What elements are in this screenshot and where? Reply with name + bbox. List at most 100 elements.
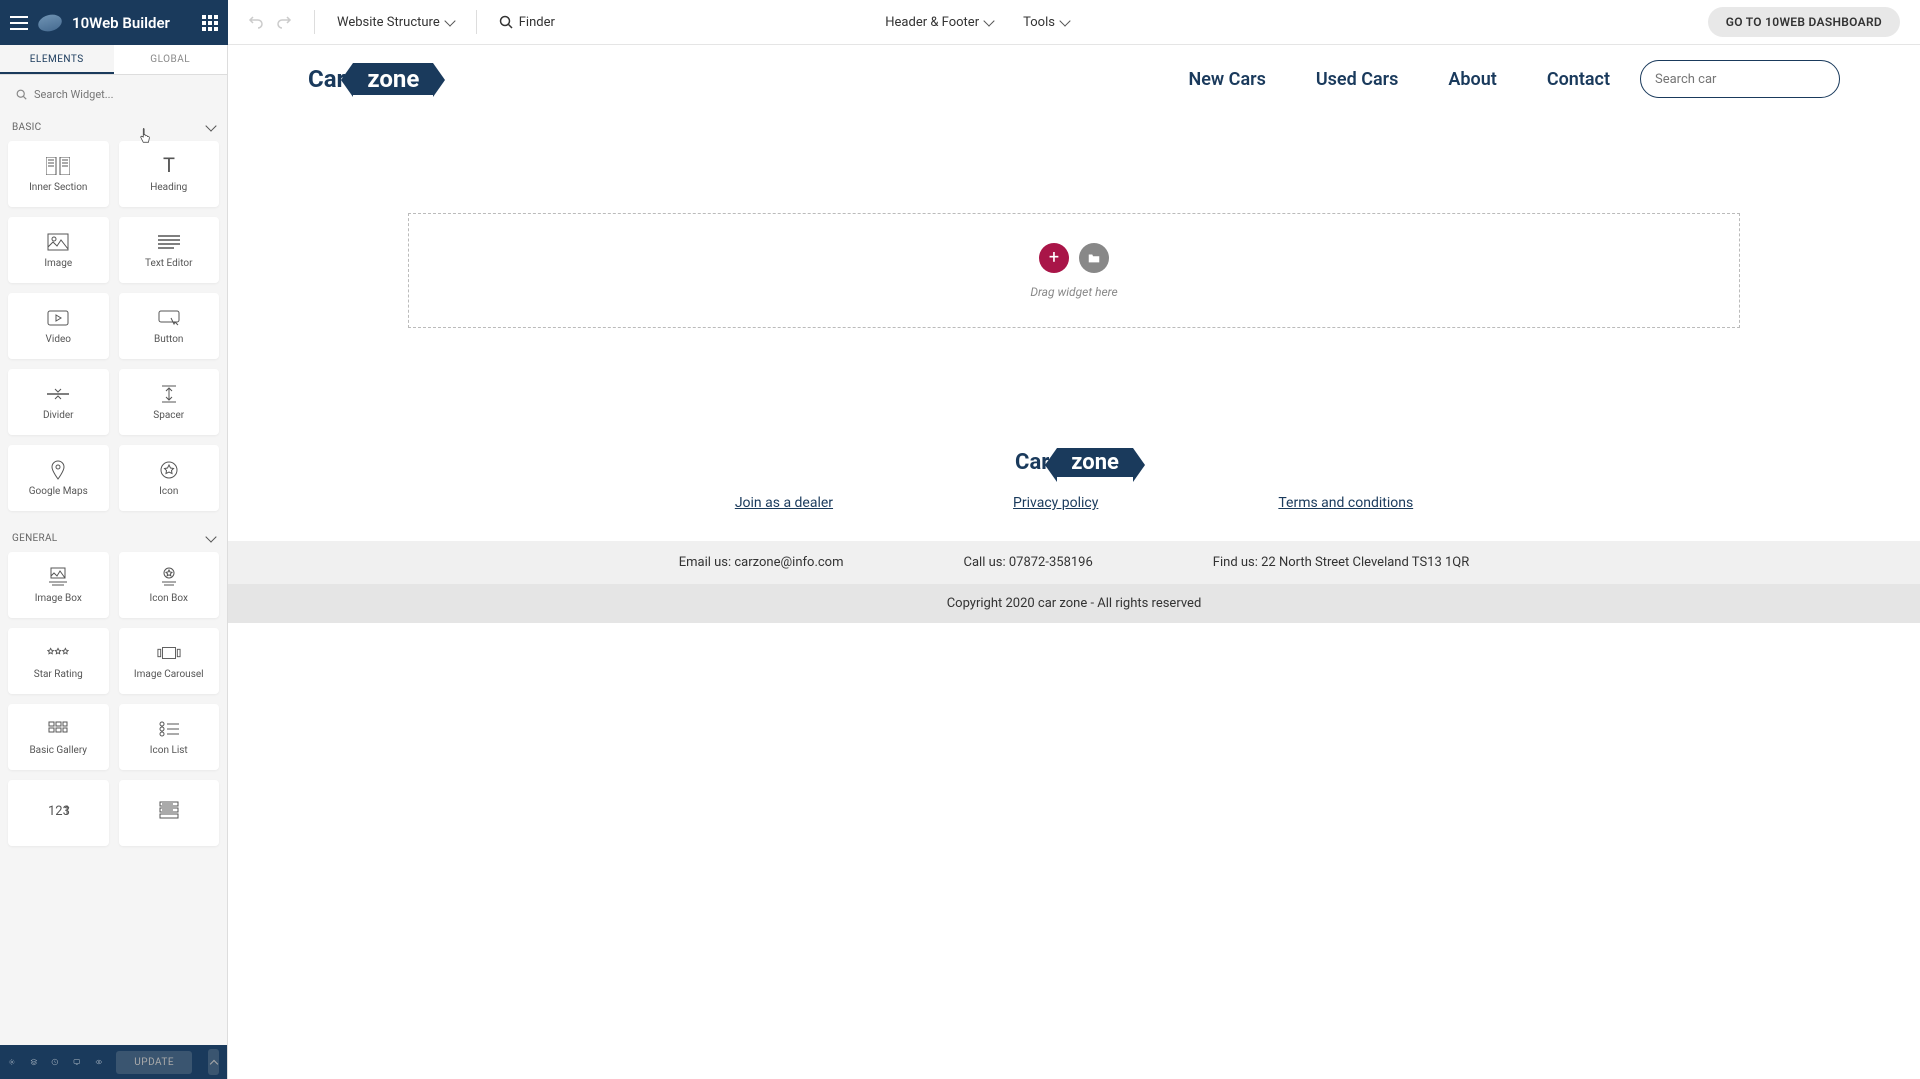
widget-label: Star Rating bbox=[34, 669, 83, 680]
widget-gallery[interactable]: Basic Gallery bbox=[8, 704, 109, 770]
widget-star[interactable]: Icon bbox=[119, 445, 220, 511]
dropzone-text: Drag widget here bbox=[1030, 285, 1117, 299]
app-logo-icon bbox=[36, 12, 63, 34]
chevron-down-icon bbox=[205, 531, 216, 542]
widget-label: Inner Section bbox=[29, 182, 87, 193]
sidebar-scroll[interactable]: ELEMENTS GLOBAL BASIC Inner Section T Head… bbox=[0, 45, 227, 1045]
widget-spacer[interactable]: Spacer bbox=[119, 369, 220, 435]
preview-icon[interactable] bbox=[95, 1055, 103, 1069]
add-section-button[interactable]: + bbox=[1039, 243, 1069, 273]
counter-icon: 123 bbox=[46, 800, 70, 820]
footer-address: Find us: 22 North Street Cleveland TS13 … bbox=[1213, 555, 1469, 570]
widget-image[interactable]: Image bbox=[8, 217, 109, 283]
site-nav: New Cars Used Cars About Contact bbox=[1189, 69, 1611, 90]
site-logo[interactable]: Car zone bbox=[308, 63, 433, 95]
basic-widgets-grid: Inner Section T Heading Image Text Editor Vid… bbox=[0, 141, 227, 525]
site-search-box bbox=[1640, 60, 1840, 98]
widget-icon-list[interactable]: Icon List bbox=[119, 704, 220, 770]
widget-video[interactable]: Video bbox=[8, 293, 109, 359]
dashboard-button[interactable]: GO TO 10WEB DASHBOARD bbox=[1708, 7, 1900, 37]
settings-icon[interactable] bbox=[8, 1055, 16, 1069]
widget-accordion[interactable] bbox=[119, 780, 220, 846]
topbar-left: 10Web Builder bbox=[0, 14, 228, 32]
star-icon bbox=[157, 460, 181, 480]
site-header: Car zone New Cars Used Cars About Contac… bbox=[228, 45, 1920, 113]
footer-link[interactable]: Terms and conditions bbox=[1278, 495, 1413, 511]
widget-carousel[interactable]: Image Carousel bbox=[119, 628, 220, 694]
sidebar-bottom-bar: UPDATE bbox=[0, 1045, 227, 1079]
widget-map[interactable]: Google Maps bbox=[8, 445, 109, 511]
editor-canvas[interactable]: Car zone New Cars Used Cars About Contac… bbox=[228, 45, 1920, 1079]
site-search-input[interactable] bbox=[1655, 72, 1821, 87]
header-footer-dropdown[interactable]: Header & Footer bbox=[885, 15, 993, 30]
chevron-down-icon bbox=[444, 15, 455, 26]
app-logo-text: 10Web Builder bbox=[72, 14, 170, 32]
video-icon bbox=[46, 308, 70, 328]
tab-global[interactable]: GLOBAL bbox=[114, 45, 228, 74]
spacer-icon bbox=[157, 384, 181, 404]
widget-label: Image Box bbox=[35, 593, 82, 604]
widget-label: Image bbox=[44, 258, 72, 269]
responsive-icon[interactable] bbox=[73, 1055, 81, 1069]
section-basic-header[interactable]: BASIC bbox=[0, 114, 227, 141]
widget-counter[interactable]: 123 bbox=[8, 780, 109, 846]
widget-label: Icon bbox=[159, 486, 178, 497]
widget-text-editor[interactable]: Text Editor bbox=[119, 217, 220, 283]
widget-inner-section[interactable]: Inner Section bbox=[8, 141, 109, 207]
website-structure-dropdown[interactable]: Website Structure bbox=[337, 15, 454, 30]
widget-stars[interactable]: Star Rating bbox=[8, 628, 109, 694]
widget-label: Button bbox=[154, 334, 183, 345]
widget-search-wrap bbox=[0, 75, 227, 114]
layers-icon[interactable] bbox=[30, 1055, 38, 1069]
update-button[interactable]: UPDATE bbox=[116, 1051, 192, 1074]
history-icon[interactable] bbox=[51, 1055, 59, 1069]
footer-link[interactable]: Join as a dealer bbox=[735, 495, 833, 511]
finder-button[interactable]: Finder bbox=[499, 15, 555, 30]
nav-link[interactable]: About bbox=[1448, 69, 1496, 90]
logo-part2: zone bbox=[353, 63, 433, 95]
tools-dropdown[interactable]: Tools bbox=[1023, 15, 1069, 30]
widget-button[interactable]: Button bbox=[119, 293, 220, 359]
app-topbar: 10Web Builder Website Structure Finder H… bbox=[0, 0, 1920, 45]
widget-icon-box[interactable]: Icon Box bbox=[119, 552, 220, 618]
widget-label: Google Maps bbox=[29, 486, 88, 497]
widget-divider[interactable]: Divider bbox=[8, 369, 109, 435]
icon-box-icon bbox=[157, 567, 181, 587]
gallery-icon bbox=[46, 719, 70, 739]
section-general-header[interactable]: GENERAL bbox=[0, 525, 227, 552]
stars-icon bbox=[46, 643, 70, 663]
widget-heading[interactable]: T Heading bbox=[119, 141, 220, 207]
tab-elements[interactable]: ELEMENTS bbox=[0, 45, 114, 74]
widget-label: Heading bbox=[150, 182, 187, 193]
widget-image-box[interactable]: Image Box bbox=[8, 552, 109, 618]
dropzone-buttons: + bbox=[1039, 243, 1109, 273]
widget-dropzone[interactable]: + Drag widget here bbox=[408, 213, 1740, 328]
footer-logo[interactable]: Car zone bbox=[1015, 448, 1133, 477]
logo-part2: zone bbox=[1057, 448, 1133, 477]
apps-grid-icon[interactable] bbox=[202, 15, 218, 31]
heading-icon: T bbox=[157, 156, 181, 176]
menu-icon[interactable] bbox=[10, 16, 28, 30]
widget-label: Basic Gallery bbox=[29, 745, 87, 756]
sidebar-tabs: ELEMENTS GLOBAL bbox=[0, 45, 227, 75]
general-widgets-grid: Image Box Icon Box Star Rating Image Carous… bbox=[0, 552, 227, 860]
update-caret[interactable] bbox=[208, 1049, 219, 1075]
widget-label: Video bbox=[46, 334, 71, 345]
text-editor-icon bbox=[157, 232, 181, 252]
accordion-icon bbox=[157, 800, 181, 820]
redo-icon[interactable] bbox=[276, 14, 292, 30]
nav-link[interactable]: Used Cars bbox=[1316, 69, 1399, 90]
inner-section-icon bbox=[46, 156, 70, 176]
widget-search-input[interactable] bbox=[10, 83, 217, 106]
nav-link[interactable]: New Cars bbox=[1189, 69, 1266, 90]
widget-label: Text Editor bbox=[145, 258, 192, 269]
folder-icon bbox=[1087, 251, 1101, 265]
topbar-mid: Website Structure Finder Header & Footer… bbox=[228, 0, 1920, 45]
footer-links: Join as a dealer Privacy policy Terms an… bbox=[228, 495, 1920, 511]
template-folder-button[interactable] bbox=[1079, 243, 1109, 273]
undo-icon[interactable] bbox=[248, 14, 264, 30]
nav-link[interactable]: Contact bbox=[1547, 69, 1610, 90]
footer-link[interactable]: Privacy policy bbox=[1013, 495, 1098, 511]
site-footer: Car zone Join as a dealer Privacy policy… bbox=[228, 448, 1920, 623]
icon-list-icon bbox=[157, 719, 181, 739]
